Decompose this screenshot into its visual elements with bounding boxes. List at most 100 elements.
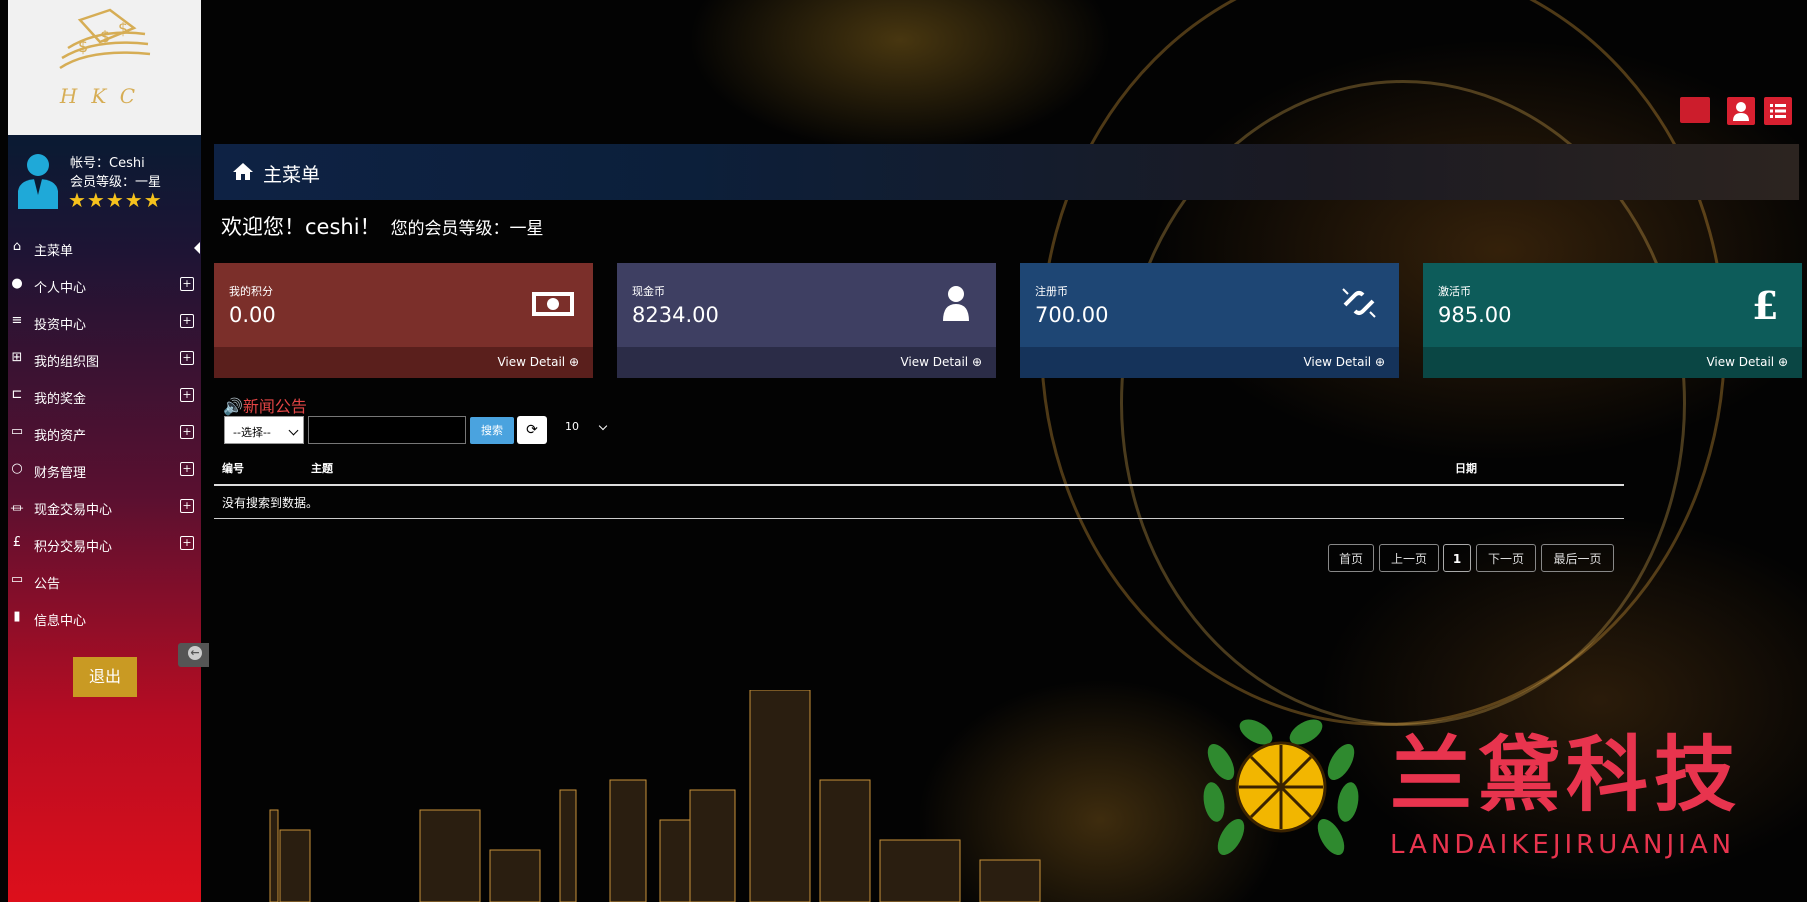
watermark-title: 兰黛科技 bbox=[1390, 727, 1743, 823]
column-header-date[interactable]: 日期 bbox=[1455, 460, 1477, 476]
bar-chart-icon: ▮ bbox=[13, 609, 21, 624]
view-detail-link[interactable]: View Detail ⊕ bbox=[1706, 355, 1788, 369]
sidebar-item-label: 我的资产 bbox=[34, 429, 87, 444]
expand-plus-icon[interactable]: + bbox=[180, 351, 194, 365]
sidebar-item-5[interactable]: ▭ 我的资产 + bbox=[8, 418, 201, 450]
flag-icon[interactable] bbox=[1680, 97, 1710, 123]
sidebar-item-4[interactable]: ⊏ 我的奖金 + bbox=[8, 381, 201, 413]
watermark-subtitle: LANDAIKEJIRUANJIAN bbox=[1390, 830, 1736, 860]
sidebar-item-label: 现金交易中心 bbox=[34, 503, 113, 518]
news-section-title: 🔊新闻公告 bbox=[223, 393, 307, 417]
stat-card-footer[interactable]: View Detail ⊕ bbox=[214, 347, 593, 378]
pagination-first[interactable]: 首页 bbox=[1328, 544, 1374, 572]
column-header-id[interactable]: 编号 bbox=[222, 460, 244, 476]
welcome-level: 您的会员等级：一星 bbox=[390, 219, 544, 239]
sitemap-icon: ⊞ bbox=[11, 350, 23, 365]
home-icon bbox=[233, 163, 253, 180]
home-icon: ⌂ bbox=[12, 239, 22, 254]
user-icon: ● bbox=[11, 276, 23, 291]
stat-card-footer[interactable]: View Detail ⊕ bbox=[1020, 347, 1399, 378]
pagination-last[interactable]: 最后一页 bbox=[1541, 544, 1614, 572]
sidebar-item-label: 财务管理 bbox=[34, 466, 87, 481]
sidebar-item-2[interactable]: ≡ 投资中心 + bbox=[8, 307, 201, 339]
sidebar: $ $ $ HKC 帐号：Ceshi 会员等级：一星 ★★★★★ ⌂ 主菜单 ● 个人… bbox=[8, 0, 209, 902]
money-bills-logo-icon: $ $ $ bbox=[59, 8, 151, 70]
logout-button[interactable]: 退出 bbox=[73, 657, 137, 697]
avatar bbox=[18, 154, 58, 209]
pound-icon: £ bbox=[12, 535, 22, 550]
svg-text:$: $ bbox=[118, 19, 128, 38]
pagination-prev[interactable]: 上一页 bbox=[1379, 544, 1439, 572]
sidebar-item-label: 我的奖金 bbox=[34, 392, 87, 407]
cart-icon: ⊏ bbox=[11, 387, 23, 402]
expand-plus-icon[interactable]: + bbox=[180, 425, 194, 439]
svg-text:£: £ bbox=[1752, 283, 1778, 323]
expand-plus-icon[interactable]: + bbox=[180, 499, 194, 513]
sidebar-item-9[interactable]: ▭ 公告 bbox=[8, 566, 201, 598]
database-icon: ≡ bbox=[11, 313, 23, 328]
view-detail-link[interactable]: View Detail ⊕ bbox=[900, 355, 982, 369]
page-size-value: 10 bbox=[565, 420, 579, 433]
pagination-next[interactable]: 下一页 bbox=[1476, 544, 1536, 572]
sidebar-item-10[interactable]: ▮ 信息中心 bbox=[8, 603, 201, 635]
welcome-greeting: 欢迎您！ bbox=[221, 215, 305, 239]
credit-card-icon: ▭ bbox=[10, 424, 24, 439]
sidebar-item-6[interactable]: ○ 财务管理 + bbox=[8, 455, 201, 487]
search-input[interactable] bbox=[308, 416, 466, 444]
stat-card[interactable]: View Detail ⊕ 激活币 985.00 £ bbox=[1423, 263, 1802, 378]
sidebar-item-label: 信息中心 bbox=[34, 614, 87, 629]
sidebar-item-8[interactable]: £ 积分交易中心 + bbox=[8, 529, 201, 561]
desktop-icon: ▭ bbox=[10, 572, 24, 587]
watermark-laurel-logo bbox=[1203, 719, 1359, 856]
sidebar-item-3[interactable]: ⊞ 我的组织图 + bbox=[8, 344, 201, 376]
view-detail-link[interactable]: View Detail ⊕ bbox=[1303, 355, 1385, 369]
menu-list-icon[interactable] bbox=[1764, 97, 1792, 125]
circle-icon: ○ bbox=[11, 461, 23, 476]
view-detail-link[interactable]: View Detail ⊕ bbox=[497, 355, 579, 369]
user-icon bbox=[943, 286, 969, 321]
welcome-username: ceshi bbox=[305, 215, 360, 239]
arrow-left-icon: ← bbox=[188, 646, 202, 660]
stat-card-value: 985.00 bbox=[1438, 303, 1512, 327]
welcome-message: 欢迎您！ceshi！ 您的会员等级：一星 bbox=[221, 211, 544, 241]
money-icon bbox=[532, 292, 574, 316]
stat-card-value: 0.00 bbox=[229, 303, 276, 327]
caret-left-icon bbox=[194, 242, 200, 254]
expand-plus-icon[interactable]: + bbox=[180, 388, 194, 402]
logo[interactable]: $ $ $ HKC bbox=[8, 0, 201, 135]
filter-select[interactable]: --选择-- bbox=[224, 416, 304, 444]
sidebar-item-1[interactable]: ● 个人中心 + bbox=[8, 270, 201, 302]
stat-card-label: 激活币 bbox=[1438, 285, 1471, 298]
column-header-subject[interactable]: 主题 bbox=[311, 460, 333, 476]
expand-plus-icon[interactable]: + bbox=[180, 536, 194, 550]
chevron-down-icon bbox=[288, 425, 299, 436]
bank-icon: ⏛ bbox=[10, 502, 24, 517]
refresh-button[interactable]: ⟳ bbox=[517, 416, 547, 444]
pagination-current[interactable]: 1 bbox=[1443, 544, 1471, 572]
stat-card[interactable]: View Detail ⊕ 现金币 8234.00 bbox=[617, 263, 996, 378]
stat-card[interactable]: View Detail ⊕ 注册币 700.00 bbox=[1020, 263, 1399, 378]
stat-card-footer[interactable]: View Detail ⊕ bbox=[1423, 347, 1802, 378]
broken-link-icon bbox=[1342, 288, 1376, 318]
table-divider bbox=[214, 518, 1624, 519]
expand-plus-icon[interactable]: + bbox=[180, 462, 194, 476]
user-profile-icon[interactable] bbox=[1727, 97, 1755, 125]
volume-icon: 🔊 bbox=[223, 397, 243, 416]
collapse-sidebar-button[interactable]: ← bbox=[178, 643, 209, 667]
expand-plus-icon[interactable]: + bbox=[180, 277, 194, 291]
sidebar-item-7[interactable]: ⏛ 现金交易中心 + bbox=[8, 492, 201, 524]
search-button[interactable]: 搜索 bbox=[470, 417, 514, 444]
stat-card[interactable]: View Detail ⊕ 我的积分 0.00 bbox=[214, 263, 593, 378]
stat-card-value: 8234.00 bbox=[632, 303, 719, 327]
stat-card-label: 现金币 bbox=[632, 285, 665, 298]
sidebar-item-label: 公告 bbox=[34, 577, 61, 592]
expand-plus-icon[interactable]: + bbox=[180, 314, 194, 328]
page-size-select[interactable]: 10 bbox=[565, 420, 608, 433]
stat-card-footer[interactable]: View Detail ⊕ bbox=[617, 347, 996, 378]
table-empty-message: 没有搜索到数据。 bbox=[222, 496, 319, 510]
filter-select-value: --选择-- bbox=[233, 426, 271, 439]
svg-text:$: $ bbox=[78, 37, 88, 56]
stat-card-value: 700.00 bbox=[1035, 303, 1109, 327]
sidebar-item-0[interactable]: ⌂ 主菜单 bbox=[8, 233, 201, 265]
sidebar-item-label: 投资中心 bbox=[34, 318, 87, 333]
